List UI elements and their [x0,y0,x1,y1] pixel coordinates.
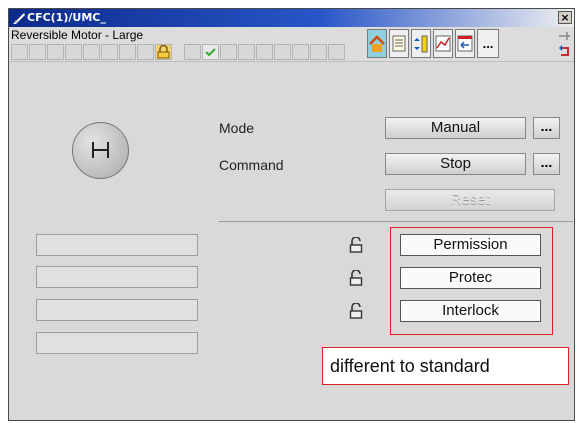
permission-button[interactable]: Permission [400,234,541,256]
command-button[interactable]: Stop [385,153,526,175]
status-cell [65,44,82,60]
app-logo-icon [13,13,25,24]
status-cell [47,44,64,60]
status-indicator-row [11,44,346,60]
motor-symbol[interactable] [72,122,129,179]
check-status-cell [202,44,219,60]
faceplate-header: Reversible Motor - Large ... [9,27,574,62]
protec-button[interactable]: Protec [400,267,541,289]
status-cell [137,44,154,60]
limits-icon [414,35,428,53]
empty-field [36,332,198,354]
status-cell [184,44,201,60]
limits-view-button[interactable] [411,29,431,58]
interlock-button[interactable]: Interlock [400,300,541,322]
unlocked-padlock-icon [349,303,363,319]
status-cell [101,44,118,60]
command-more-button[interactable]: ... [533,153,560,175]
faceplate-view-button[interactable] [455,29,475,58]
pin-icon[interactable] [557,30,571,43]
status-gap [173,44,183,60]
trend-view-button[interactable] [433,29,453,58]
empty-field [36,234,198,256]
block-name: Reversible Motor - Large [11,28,144,42]
status-cell [220,44,237,60]
section-divider [219,221,573,222]
padlock-icon [157,44,170,59]
window-arrow-icon [457,35,473,52]
message-view-button[interactable] [389,29,409,58]
unlocked-padlock-icon [349,237,363,253]
status-cell [256,44,273,60]
status-cell [310,44,327,60]
more-views-button[interactable]: ... [477,29,499,58]
title-bar[interactable]: CFC(1)/UMC_ × [9,9,574,27]
status-cell [29,44,46,60]
message-scroll-icon [392,35,406,52]
annotation-note: different to standard [322,347,569,385]
checkmark-icon [205,48,216,57]
status-cell [11,44,28,60]
status-cell [274,44,291,60]
home-icon [369,35,385,52]
empty-field [36,266,198,288]
status-cell [119,44,136,60]
undo-icon[interactable] [557,45,571,58]
command-label: Command [219,157,284,173]
lock-status-cell [155,44,172,60]
reset-button: Reset [385,189,555,211]
unlocked-padlock-icon [349,270,363,286]
mode-more-button[interactable]: ... [533,117,560,139]
status-cell [83,44,100,60]
status-cell [292,44,309,60]
faceplate-window: CFC(1)/UMC_ × Reversible Motor - Large .… [8,8,575,421]
window-title: CFC(1)/UMC_ [27,11,106,24]
empty-field [36,299,198,321]
close-button[interactable]: × [558,11,572,24]
status-cell [328,44,345,60]
motor-stopped-icon [92,142,109,158]
mode-button[interactable]: Manual [385,117,526,139]
trend-chart-icon [435,35,451,52]
standard-view-button[interactable] [367,29,387,58]
status-cell [238,44,255,60]
mode-label: Mode [219,120,255,136]
